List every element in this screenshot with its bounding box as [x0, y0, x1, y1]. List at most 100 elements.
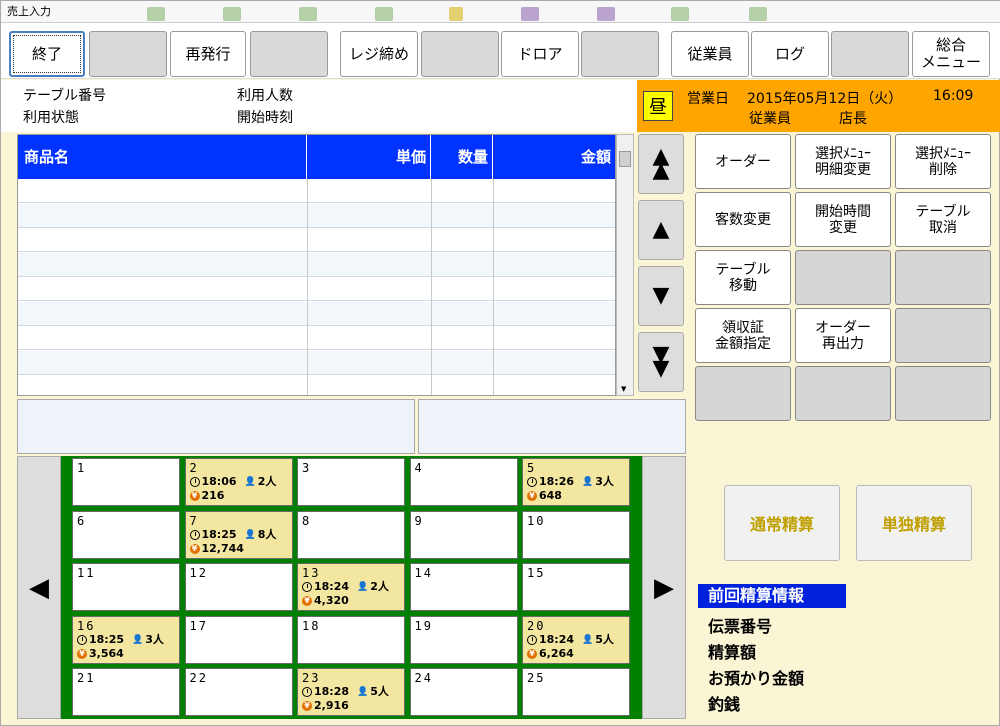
table-cell[interactable]: 9 — [409, 510, 518, 559]
table-cell[interactable]: 11 — [72, 563, 180, 611]
register-close-button[interactable]: レジ締め — [340, 31, 418, 77]
employee-button[interactable]: 従業員 — [671, 31, 749, 77]
blank-function-button[interactable] — [795, 250, 891, 305]
table-cell[interactable]: 3 — [297, 458, 405, 506]
exit-button[interactable]: 終了 — [9, 31, 85, 77]
table-cell[interactable]: 17 — [184, 615, 293, 664]
table-amount: 3,564 — [89, 646, 124, 660]
scroll-bottom-button[interactable]: ▼ ▼ — [638, 332, 684, 392]
clock-icon — [189, 477, 200, 487]
usage-status-label: 利用状態 — [23, 110, 79, 126]
next-page-button[interactable]: ▶ — [642, 456, 686, 719]
table-cell[interactable]: 20 18:24 👤 5人 ¥6,264 — [522, 615, 630, 664]
table-number: 23 — [302, 671, 321, 685]
table-cell[interactable]: 10 — [522, 510, 630, 559]
grid-row[interactable] — [18, 326, 615, 350]
blank-button[interactable] — [250, 31, 328, 77]
prev-page-button[interactable]: ◀ — [17, 456, 61, 719]
scroll-thumb[interactable] — [619, 151, 631, 167]
table-cell[interactable]: 24 — [409, 668, 518, 716]
table-cell[interactable]: 6 — [72, 510, 180, 559]
start-time-change-button[interactable]: 開始時間 変更 — [795, 192, 891, 247]
table-cell[interactable]: 8 — [297, 510, 405, 559]
blank-function-button[interactable] — [895, 308, 991, 363]
person-icon: 👤 — [244, 477, 256, 487]
log-button[interactable]: ログ — [751, 31, 829, 77]
grid-row[interactable] — [18, 375, 615, 395]
toolbar-deco-icon — [671, 7, 689, 21]
table-number: 11 — [77, 566, 96, 580]
input-box-right[interactable] — [418, 399, 686, 454]
grid-row[interactable] — [18, 228, 615, 252]
table-amount: 648 — [539, 489, 562, 502]
table-cell[interactable]: 16 18:25 👤 3人 ¥3,564 — [72, 615, 180, 664]
select-menu-edit-button[interactable]: 選択ﾒﾆｭｰ 明細変更 — [795, 134, 891, 189]
table-number: 21 — [77, 671, 96, 685]
select-menu-delete-button[interactable]: 選択ﾒﾆｭｰ 削除 — [895, 134, 991, 189]
receipt-amount-button[interactable]: 領収証 金額指定 — [695, 308, 791, 363]
table-cell[interactable]: 14 — [409, 563, 518, 611]
blank-button[interactable] — [421, 31, 499, 77]
left-arrow-icon: ◀ — [29, 572, 49, 603]
table-cell[interactable]: 1 — [72, 458, 180, 506]
table-amount-row: ¥3,564 — [77, 647, 175, 661]
drawer-button[interactable]: ドロア — [501, 31, 579, 77]
table-number: 8 — [302, 513, 312, 528]
table-start-time: 18:06 — [201, 475, 237, 488]
table-cell[interactable]: 15 — [522, 563, 630, 611]
table-cancel-button[interactable]: テーブル 取消 — [895, 192, 991, 247]
scroll-down-button[interactable]: ▼ — [638, 266, 684, 326]
table-cell[interactable]: 18 — [297, 615, 405, 664]
order-button[interactable]: オーダー — [695, 134, 791, 189]
table-cell[interactable]: 22 — [184, 668, 293, 716]
toolbar-deco-icon — [375, 7, 393, 21]
blank-button[interactable] — [89, 31, 167, 77]
business-info-panel: 昼 営業日 2015年05月12日（火） 16:09 従業員 店長 — [637, 80, 1000, 132]
table-cell[interactable]: 21 — [72, 668, 180, 716]
clock-icon — [302, 582, 312, 592]
table-cell[interactable]: 5 18:26 👤 3人 ¥648 — [522, 458, 630, 506]
table-people-count: 2人 — [257, 475, 277, 488]
table-amount: 6,264 — [539, 646, 574, 660]
grid-row[interactable] — [18, 179, 615, 203]
normal-settle-button[interactable]: 通常精算 — [724, 485, 840, 561]
blank-button[interactable] — [581, 31, 659, 77]
table-number: 18 — [302, 618, 321, 633]
guest-count-change-button[interactable]: 客数変更 — [695, 192, 791, 247]
toolbar-deco-icon — [223, 7, 241, 21]
table-cell[interactable]: 12 — [184, 563, 293, 611]
grid-row[interactable] — [18, 301, 615, 326]
blank-function-button[interactable] — [695, 366, 791, 421]
yen-icon: ¥ — [302, 701, 312, 711]
blank-button[interactable] — [831, 31, 909, 77]
blank-function-button[interactable] — [895, 250, 991, 305]
grid-scrollbar[interactable]: ▼ — [616, 134, 634, 396]
table-cell[interactable]: 25 — [522, 668, 630, 716]
grid-row[interactable] — [18, 350, 615, 375]
blank-function-button[interactable] — [795, 366, 891, 421]
right-arrow-icon: ▶ — [654, 572, 674, 603]
scroll-top-button[interactable]: ▲ ▲ — [638, 134, 684, 194]
grid-row[interactable] — [18, 252, 615, 277]
table-cell[interactable]: 4 — [409, 458, 518, 506]
input-box-left[interactable] — [17, 399, 415, 454]
scroll-up-button[interactable]: ▲ — [638, 200, 684, 260]
order-item-grid[interactable]: 商品名 単価 数量 金額 — [17, 134, 616, 396]
scroll-down-arrow-icon[interactable]: ▼ — [621, 385, 626, 393]
blank-function-button[interactable] — [895, 366, 991, 421]
order-reprint-button[interactable]: オーダー 再出力 — [795, 308, 891, 363]
table-number: 19 — [414, 618, 433, 633]
table-time-row: 18:06 👤 2人 — [189, 475, 288, 489]
yen-icon: ¥ — [189, 491, 200, 501]
table-cell[interactable]: 23 18:28 👤 5人 ¥2,916 — [297, 668, 405, 716]
table-cell[interactable]: 19 — [409, 615, 518, 664]
table-move-button[interactable]: テーブル 移動 — [695, 250, 791, 305]
single-settle-button[interactable]: 単独精算 — [856, 485, 972, 561]
table-cell[interactable]: 2 18:06 👤 2人 ¥216 — [184, 458, 293, 506]
grid-row[interactable] — [18, 277, 615, 301]
table-cell[interactable]: 7 18:25 👤 8人 ¥12,744 — [184, 510, 293, 559]
grid-row[interactable] — [18, 203, 615, 228]
reissue-button[interactable]: 再発行 — [170, 31, 246, 77]
table-cell[interactable]: 13 18:24 👤 2人 ¥4,320 — [297, 563, 405, 611]
general-menu-button[interactable]: 総合 メニュー — [912, 31, 990, 77]
